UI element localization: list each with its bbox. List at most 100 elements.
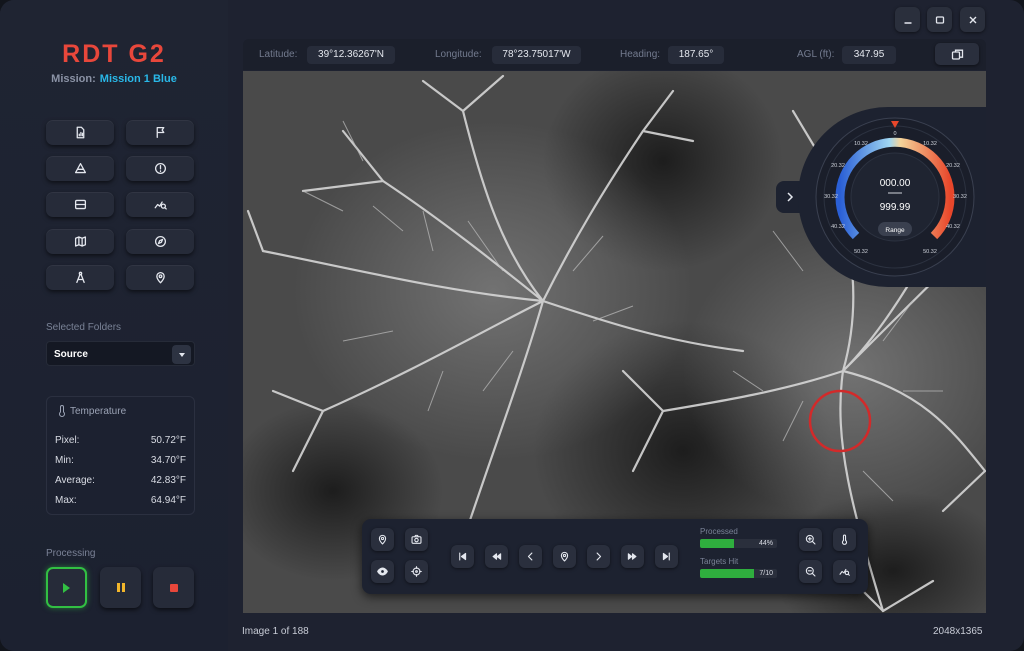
- first-image-button[interactable]: [451, 545, 474, 568]
- temperature-button[interactable]: [833, 528, 856, 551]
- range-gauge: 0 10.32 20.32 30.32 40.32 50.32 10.32 20…: [815, 117, 975, 277]
- temp-label: Min:: [55, 455, 74, 466]
- measure-triangle-icon: [74, 162, 86, 174]
- temp-row-pixel: Pixel: 50.72°F: [55, 435, 186, 446]
- chevron-down-icon[interactable]: [172, 345, 191, 364]
- heading-label: Heading:: [620, 49, 661, 60]
- camera-icon: [411, 534, 422, 544]
- gauge-top-value: 000.00: [880, 178, 911, 189]
- temp-value: 50.72°F: [150, 435, 186, 446]
- alert-icon: [154, 162, 166, 175]
- fast-forward-button[interactable]: [621, 545, 644, 568]
- view-toggle-button[interactable]: [371, 560, 394, 583]
- copy-window-button[interactable]: [935, 43, 979, 65]
- mission-label: Mission:: [51, 73, 96, 85]
- close-icon: [969, 16, 976, 23]
- image-index: Image 1 of 188: [242, 626, 309, 637]
- latitude-label: Latitude:: [259, 49, 298, 60]
- stop-icon: [169, 583, 178, 592]
- crosshair-button[interactable]: [405, 560, 428, 583]
- targets-label: Targets Hit: [700, 557, 739, 566]
- thermometer-icon: [841, 534, 848, 545]
- range-gauge-panel: 0 10.32 20.32 30.32 40.32 50.32 10.32 20…: [798, 107, 986, 287]
- file-chart-button[interactable]: [46, 120, 114, 145]
- app-logo: RDT G2: [62, 40, 166, 68]
- play-icon: [63, 582, 70, 593]
- heading-value: 187.65°: [668, 46, 724, 64]
- skip-start-icon: [459, 552, 467, 561]
- targets-progress-bar: 7/10: [700, 569, 777, 578]
- telemetry-bar: Latitude: 39°12.36267'N Longitude: 78°23…: [243, 39, 986, 70]
- processing-label: Processing: [46, 548, 96, 559]
- chevron-left-icon: [527, 552, 533, 561]
- analyze-button[interactable]: [126, 192, 194, 217]
- location-pin-icon: [560, 551, 569, 562]
- maximize-button[interactable]: [927, 7, 952, 32]
- folder-select-value: Source: [54, 349, 88, 360]
- gauge-bottom-value: 999.99: [880, 202, 911, 213]
- temp-row-max: Max: 64.94°F: [55, 495, 186, 506]
- stop-button[interactable]: [153, 567, 194, 608]
- close-button[interactable]: [960, 7, 985, 32]
- zoom-out-button[interactable]: [799, 560, 822, 583]
- next-button[interactable]: [587, 545, 610, 568]
- analyze-icon: [154, 201, 167, 210]
- maximize-icon: [935, 15, 944, 24]
- latitude-value: 39°12.36267'N: [307, 46, 395, 64]
- snapshot-button[interactable]: [405, 528, 428, 551]
- file-chart-icon: [76, 126, 84, 139]
- pause-button[interactable]: [100, 567, 141, 608]
- minimize-button[interactable]: [895, 7, 920, 32]
- temperature-panel: Temperature Pixel: 50.72°F Min: 34.70°F Av…: [46, 396, 195, 515]
- gauge-tick: 40.32: [831, 224, 845, 230]
- processed-label: Processed: [700, 527, 738, 536]
- scanner-button[interactable]: [46, 192, 114, 217]
- processed-progress-bar: 44%: [700, 539, 777, 548]
- folder-select[interactable]: Source: [46, 341, 195, 366]
- zoom-in-button[interactable]: [799, 528, 822, 551]
- add-location-button[interactable]: [371, 528, 394, 551]
- targets-progress-fill: [700, 569, 754, 578]
- analyze-button[interactable]: [833, 560, 856, 583]
- drafting-compass-button[interactable]: [46, 265, 114, 290]
- skip-end-icon: [662, 552, 670, 561]
- play-button[interactable]: [46, 567, 87, 608]
- processed-progress-fill: [700, 539, 734, 548]
- gauge-tick: 10.32: [923, 141, 937, 147]
- playback-controls: Processed 44% Targets Hit 7/10: [362, 519, 868, 594]
- drafting-compass-icon: [75, 271, 85, 284]
- gauge-tick: 10.32: [854, 141, 868, 147]
- agl-label: AGL (ft):: [797, 49, 835, 60]
- targets-value: 7/10: [759, 570, 773, 577]
- temperature-header: Temperature: [58, 405, 126, 417]
- previous-button[interactable]: [519, 545, 542, 568]
- gauge-tick: 40.32: [946, 224, 960, 230]
- map-button[interactable]: [46, 229, 114, 254]
- pause-icon: [116, 583, 125, 592]
- temp-value: 42.83°F: [150, 475, 186, 486]
- rewind-button[interactable]: [485, 545, 508, 568]
- sidebar: RDT G2 Mission: Mission 1 Blue Selected …: [0, 0, 228, 651]
- location-pin-icon: [378, 534, 387, 545]
- copy-icon: [951, 49, 963, 60]
- measure-button[interactable]: [46, 156, 114, 181]
- range-button[interactable]: Range: [878, 222, 912, 236]
- gauge-tick: 20.32: [946, 163, 960, 169]
- compass-button[interactable]: [126, 229, 194, 254]
- flag-icon: [156, 126, 164, 139]
- flag-button[interactable]: [126, 120, 194, 145]
- range-button-label: Range: [885, 227, 905, 234]
- compass-icon: [154, 235, 166, 248]
- app-window: RDT G2 Mission: Mission 1 Blue Selected …: [0, 0, 1024, 651]
- alert-button[interactable]: [126, 156, 194, 181]
- temperature-title: Temperature: [70, 405, 127, 417]
- location-pin-icon: [155, 271, 165, 284]
- temp-label: Max:: [55, 495, 77, 506]
- last-image-button[interactable]: [655, 545, 678, 568]
- locate-button[interactable]: [553, 545, 576, 568]
- scanner-icon: [74, 199, 86, 210]
- temp-row-min: Min: 34.70°F: [55, 455, 186, 466]
- longitude-label: Longitude:: [435, 49, 482, 60]
- analyze-icon: [839, 568, 850, 576]
- location-button[interactable]: [126, 265, 194, 290]
